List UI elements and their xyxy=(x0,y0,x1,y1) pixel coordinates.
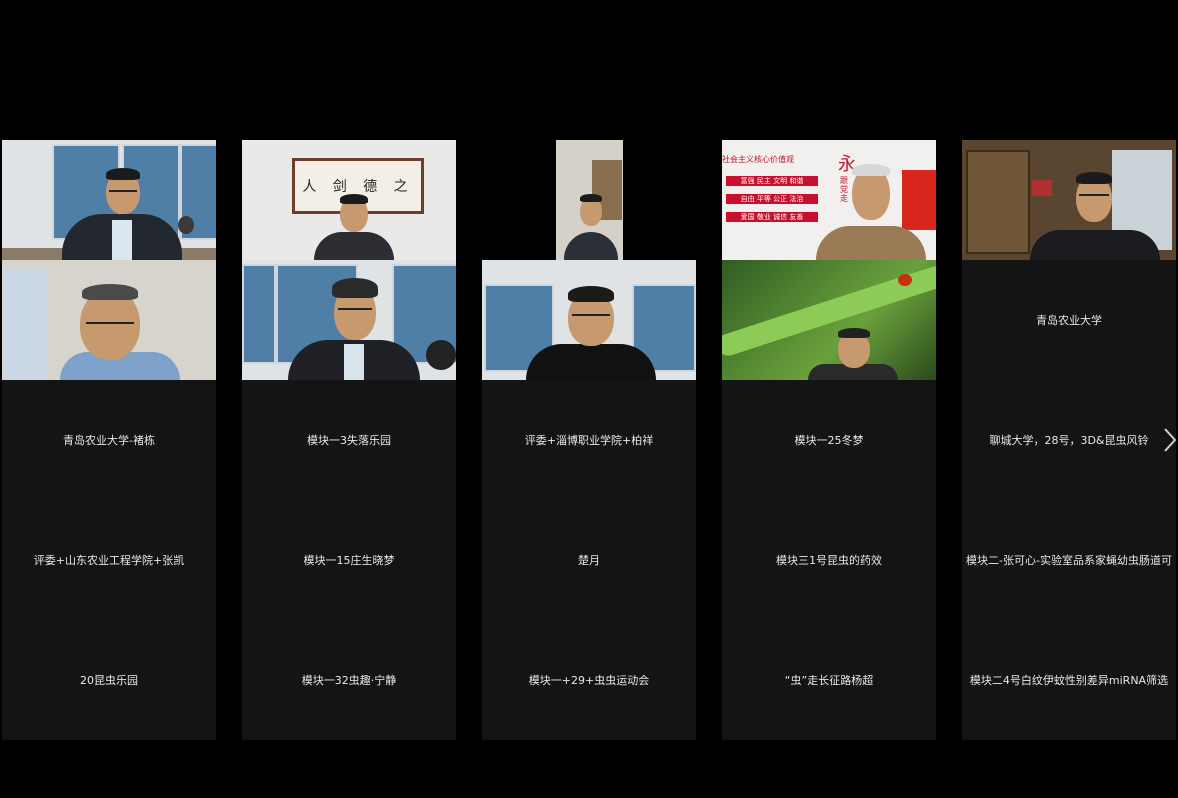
participant-tile[interactable]: 模块一+29+虫虫运动会 xyxy=(482,620,696,740)
participant-tile[interactable]: 楚月 xyxy=(482,500,696,620)
participant-tile[interactable]: 模块一3失落乐园 xyxy=(242,380,456,500)
participant-tile[interactable]: 青岛农业大学 xyxy=(962,260,1176,380)
participant-tile[interactable]: 青岛农业大学-褚栋 xyxy=(2,380,216,500)
video-feed xyxy=(2,260,216,380)
participant-tile[interactable]: 模块一25冬梦 xyxy=(722,380,936,500)
participant-tile[interactable]: 模块二4号白纹伊蚊性别差异miRNA筛选 xyxy=(962,620,1176,740)
video-feed xyxy=(722,260,936,380)
participant-tile[interactable]: 评委+山东农业工程学院+张凯 xyxy=(2,500,216,620)
video-tile[interactable] xyxy=(2,260,216,380)
participant-column-3: 评委+淄博职业学院+柏祥 楚月 模块一+29+虫虫运动会 xyxy=(482,140,696,740)
participant-column-2: 人 剑 德 之 模块一3失落乐园 模块一15庄生晓梦 模块一32虫趣·宁静 xyxy=(242,140,456,740)
participant-name: 模块三1号昆虫的药效 xyxy=(776,554,882,567)
participant-name: 模块一3失落乐园 xyxy=(307,434,391,447)
values-row: 自由 平等 公正 法治 xyxy=(726,194,818,204)
participant-name: 聊城大学，28号，3D&昆虫风铃 xyxy=(989,434,1149,447)
participant-name: 模块二4号白纹伊蚊性别差异miRNA筛选 xyxy=(969,674,1169,687)
participant-tile[interactable]: 模块一15庄生晓梦 xyxy=(242,500,456,620)
video-feed xyxy=(2,140,216,260)
video-tile[interactable] xyxy=(242,260,456,380)
video-tile[interactable] xyxy=(482,260,696,380)
video-feed xyxy=(482,260,696,380)
participant-tile[interactable]: 模块三1号昆虫的药效 xyxy=(722,500,936,620)
video-feed xyxy=(962,140,1176,260)
video-tile[interactable]: 社会主义核心价值观 富强 民主 文明 和谐 自由 平等 公正 法治 爱国 敬业 … xyxy=(722,140,936,260)
next-page-button[interactable] xyxy=(1163,425,1178,455)
values-row: 爱国 敬业 诚信 友善 xyxy=(726,212,818,222)
participant-name: 青岛农业大学 xyxy=(1036,314,1102,327)
participant-name: 青岛农业大学-褚栋 xyxy=(63,434,155,447)
participant-name: 楚月 xyxy=(578,554,600,567)
chevron-right-icon xyxy=(1164,428,1177,452)
video-tile[interactable]: 人 剑 德 之 xyxy=(242,140,456,260)
video-tile[interactable] xyxy=(2,140,216,260)
video-tile[interactable] xyxy=(962,140,1176,260)
core-values-banner: 社会主义核心价值观 xyxy=(722,155,794,164)
participant-tile[interactable]: 模块二-张可心-实验室品系家蝇幼虫肠道可 xyxy=(962,500,1176,620)
participant-tile[interactable]: 评委+淄博职业学院+柏祥 xyxy=(482,380,696,500)
participant-name: 20昆虫乐园 xyxy=(80,674,138,687)
participant-name: 模块一25冬梦 xyxy=(794,434,864,447)
participant-column-5: 青岛农业大学 聊城大学，28号，3D&昆虫风铃 模块二-张可心-实验室品系家蝇幼… xyxy=(962,140,1176,740)
participant-name: 模块二-张可心-实验室品系家蝇幼虫肠道可 xyxy=(966,554,1172,567)
participant-name: 评委+淄博职业学院+柏祥 xyxy=(524,434,654,447)
participant-name: 模块一+29+虫虫运动会 xyxy=(528,674,650,687)
video-feed: 社会主义核心价值观 富强 民主 文明 和谐 自由 平等 公正 法治 爱国 敬业 … xyxy=(722,140,936,260)
participant-name: 模块一15庄生晓梦 xyxy=(303,554,395,567)
video-tile[interactable] xyxy=(722,260,936,380)
participant-tile[interactable]: 模块一32虫趣·宁静 xyxy=(242,620,456,740)
participant-column-4: 社会主义核心价值观 富强 民主 文明 和谐 自由 平等 公正 法治 爱国 敬业 … xyxy=(722,140,936,740)
values-row: 富强 民主 文明 和谐 xyxy=(726,176,818,186)
participant-tile[interactable]: 聊城大学，28号，3D&昆虫风铃 xyxy=(962,380,1176,500)
participant-tile[interactable]: 20昆虫乐园 xyxy=(2,620,216,740)
participant-name: “虫”走长征路杨超 xyxy=(784,674,874,687)
participant-name: 评委+山东农业工程学院+张凯 xyxy=(33,554,185,567)
participant-name: 模块一32虫趣·宁静 xyxy=(301,674,397,687)
participant-tile[interactable]: “虫”走长征路杨超 xyxy=(722,620,936,740)
video-feed xyxy=(242,260,456,380)
participant-column-1: 青岛农业大学-褚栋 评委+山东农业工程学院+张凯 20昆虫乐园 xyxy=(2,140,216,740)
video-feed: 人 剑 德 之 xyxy=(242,140,456,260)
